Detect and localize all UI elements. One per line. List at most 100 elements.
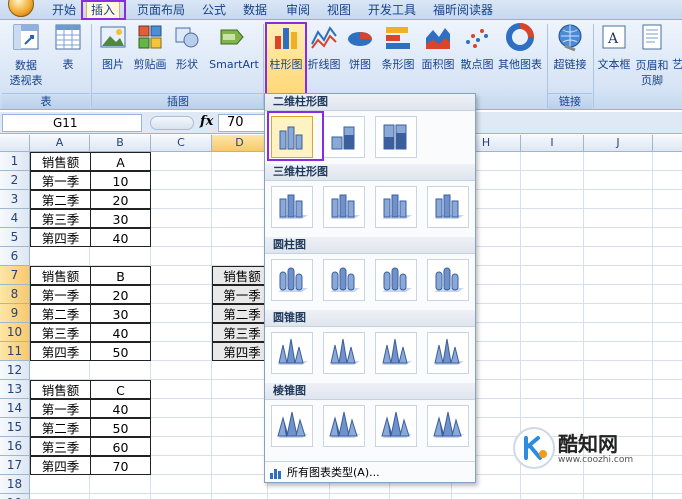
chart-type-option[interactable] (427, 259, 469, 301)
table-header-cell[interactable]: B (90, 266, 151, 285)
row-header-1[interactable]: 1 (0, 152, 30, 171)
hyperlink-button[interactable]: 超链接 (550, 20, 590, 92)
table-header-cell[interactable]: 销售额 (30, 380, 91, 399)
chart-type-option[interactable] (271, 259, 313, 301)
chart-type-option[interactable] (427, 186, 469, 228)
selected-range-cell[interactable]: 第一季 (212, 285, 272, 304)
row-header-14[interactable]: 14 (0, 399, 30, 418)
tab-view[interactable]: 视图 (327, 2, 351, 18)
row-header-19[interactable]: 19 (0, 494, 30, 499)
table-cell[interactable]: 第二季 (30, 304, 91, 323)
table-header-cell[interactable]: 销售额 (30, 152, 91, 171)
tab-developer[interactable]: 开发工具 (368, 2, 416, 18)
column-header-j[interactable]: J (584, 135, 653, 152)
row-header-12[interactable]: 12 (0, 361, 30, 380)
column-header-c[interactable]: C (151, 135, 212, 152)
chart-type-option[interactable] (323, 259, 365, 301)
column-header-b[interactable]: B (90, 135, 151, 152)
column-header-d[interactable]: D (212, 135, 268, 152)
scatter-chart-button[interactable]: 散点图 (458, 20, 496, 92)
table-cell[interactable]: 60 (90, 437, 151, 456)
smartart-button[interactable]: SmartArt (206, 20, 262, 92)
table-cell[interactable]: 第三季 (30, 437, 91, 456)
table-button[interactable]: 表 (52, 20, 84, 92)
textbox-button[interactable]: A 文本框 (596, 20, 632, 92)
selected-range-cell[interactable]: 第三季 (212, 323, 272, 342)
chart-type-option[interactable] (375, 116, 417, 158)
row-header-5[interactable]: 5 (0, 228, 30, 247)
table-cell[interactable]: 50 (90, 342, 151, 361)
table-cell[interactable]: 20 (90, 190, 151, 209)
row-header-13[interactable]: 13 (0, 380, 30, 399)
pie-chart-button[interactable]: 饼图 (344, 20, 376, 92)
table-cell[interactable]: 10 (90, 171, 151, 190)
row-header-10[interactable]: 10 (0, 323, 30, 342)
row-header-16[interactable]: 16 (0, 437, 30, 456)
table-cell[interactable]: 第二季 (30, 190, 91, 209)
chart-type-option[interactable] (375, 332, 417, 374)
row-header-9[interactable]: 9 (0, 304, 30, 323)
chart-type-option[interactable] (323, 186, 365, 228)
table-cell[interactable]: 40 (90, 323, 151, 342)
name-box[interactable]: G11 (2, 114, 142, 132)
selected-range-cell[interactable]: 第二季 (212, 304, 272, 323)
all-chart-types-link[interactable]: 所有图表类型(A)... (265, 461, 475, 483)
column-header-a[interactable]: A (30, 135, 90, 152)
table-cell[interactable]: 50 (90, 418, 151, 437)
row-header-8[interactable]: 8 (0, 285, 30, 304)
office-button[interactable] (8, 0, 34, 17)
tab-data[interactable]: 数据 (243, 2, 267, 18)
table-cell[interactable]: 第三季 (30, 323, 91, 342)
tab-review[interactable]: 审阅 (286, 2, 310, 18)
table-header-cell[interactable]: 销售额 (30, 266, 91, 285)
chart-type-option[interactable] (271, 332, 313, 374)
bar-chart-button[interactable]: 条形图 (378, 20, 418, 92)
clipart-button[interactable]: 剪贴画 (130, 20, 170, 92)
table-cell[interactable]: 40 (90, 399, 151, 418)
column-chart-button[interactable]: 柱形图 (266, 20, 306, 92)
table-cell[interactable]: 20 (90, 285, 151, 304)
picture-button[interactable]: 图片 (96, 20, 130, 92)
table-cell[interactable]: 第四季 (30, 228, 91, 247)
tab-start[interactable]: 开始 (52, 2, 76, 18)
table-cell[interactable]: 第一季 (30, 285, 91, 304)
row-header-18[interactable]: 18 (0, 475, 30, 494)
row-header-3[interactable]: 3 (0, 190, 30, 209)
table-cell[interactable]: 第四季 (30, 342, 91, 361)
table-cell[interactable]: 第四季 (30, 456, 91, 475)
row-header-15[interactable]: 15 (0, 418, 30, 437)
table-header-cell[interactable]: C (90, 380, 151, 399)
selected-range-cell[interactable]: 第四季 (212, 342, 272, 361)
row-header-17[interactable]: 17 (0, 456, 30, 475)
row-header-6[interactable]: 6 (0, 247, 30, 266)
table-header-cell[interactable]: A (90, 152, 151, 171)
wordart-button[interactable]: 艺 (672, 20, 682, 92)
column-header-i[interactable]: I (521, 135, 584, 152)
table-cell[interactable]: 第三季 (30, 209, 91, 228)
chart-type-option[interactable] (323, 116, 365, 158)
table-cell[interactable]: 第二季 (30, 418, 91, 437)
area-chart-button[interactable]: 面积图 (418, 20, 458, 92)
chart-type-option[interactable] (271, 186, 313, 228)
chart-type-option[interactable] (323, 332, 365, 374)
tab-page-layout[interactable]: 页面布局 (137, 2, 185, 18)
column-header-k[interactable]: K (653, 135, 682, 152)
line-chart-button[interactable]: 折线图 (306, 20, 342, 92)
formula-bar-slider[interactable] (150, 116, 194, 130)
table-cell[interactable]: 30 (90, 304, 151, 323)
header-footer-button[interactable]: 页眉和 页脚 (632, 20, 672, 92)
table-cell[interactable]: 70 (90, 456, 151, 475)
other-charts-button[interactable]: 其他图表 (496, 20, 544, 92)
chart-type-option[interactable] (375, 186, 417, 228)
selected-range-cell[interactable]: 销售额 (212, 266, 272, 285)
table-cell[interactable]: 第一季 (30, 399, 91, 418)
tab-foxit-reader[interactable]: 福昕阅读器 (433, 2, 493, 18)
shapes-button[interactable]: 形状 (170, 20, 204, 92)
row-header-7[interactable]: 7 (0, 266, 30, 285)
row-header-11[interactable]: 11 (0, 342, 30, 361)
fx-icon[interactable]: fx (200, 114, 213, 129)
chart-type-option[interactable] (375, 259, 417, 301)
pivot-table-button[interactable]: 数据 透视表 (4, 20, 48, 92)
table-cell[interactable]: 40 (90, 228, 151, 247)
table-cell[interactable]: 第一季 (30, 171, 91, 190)
